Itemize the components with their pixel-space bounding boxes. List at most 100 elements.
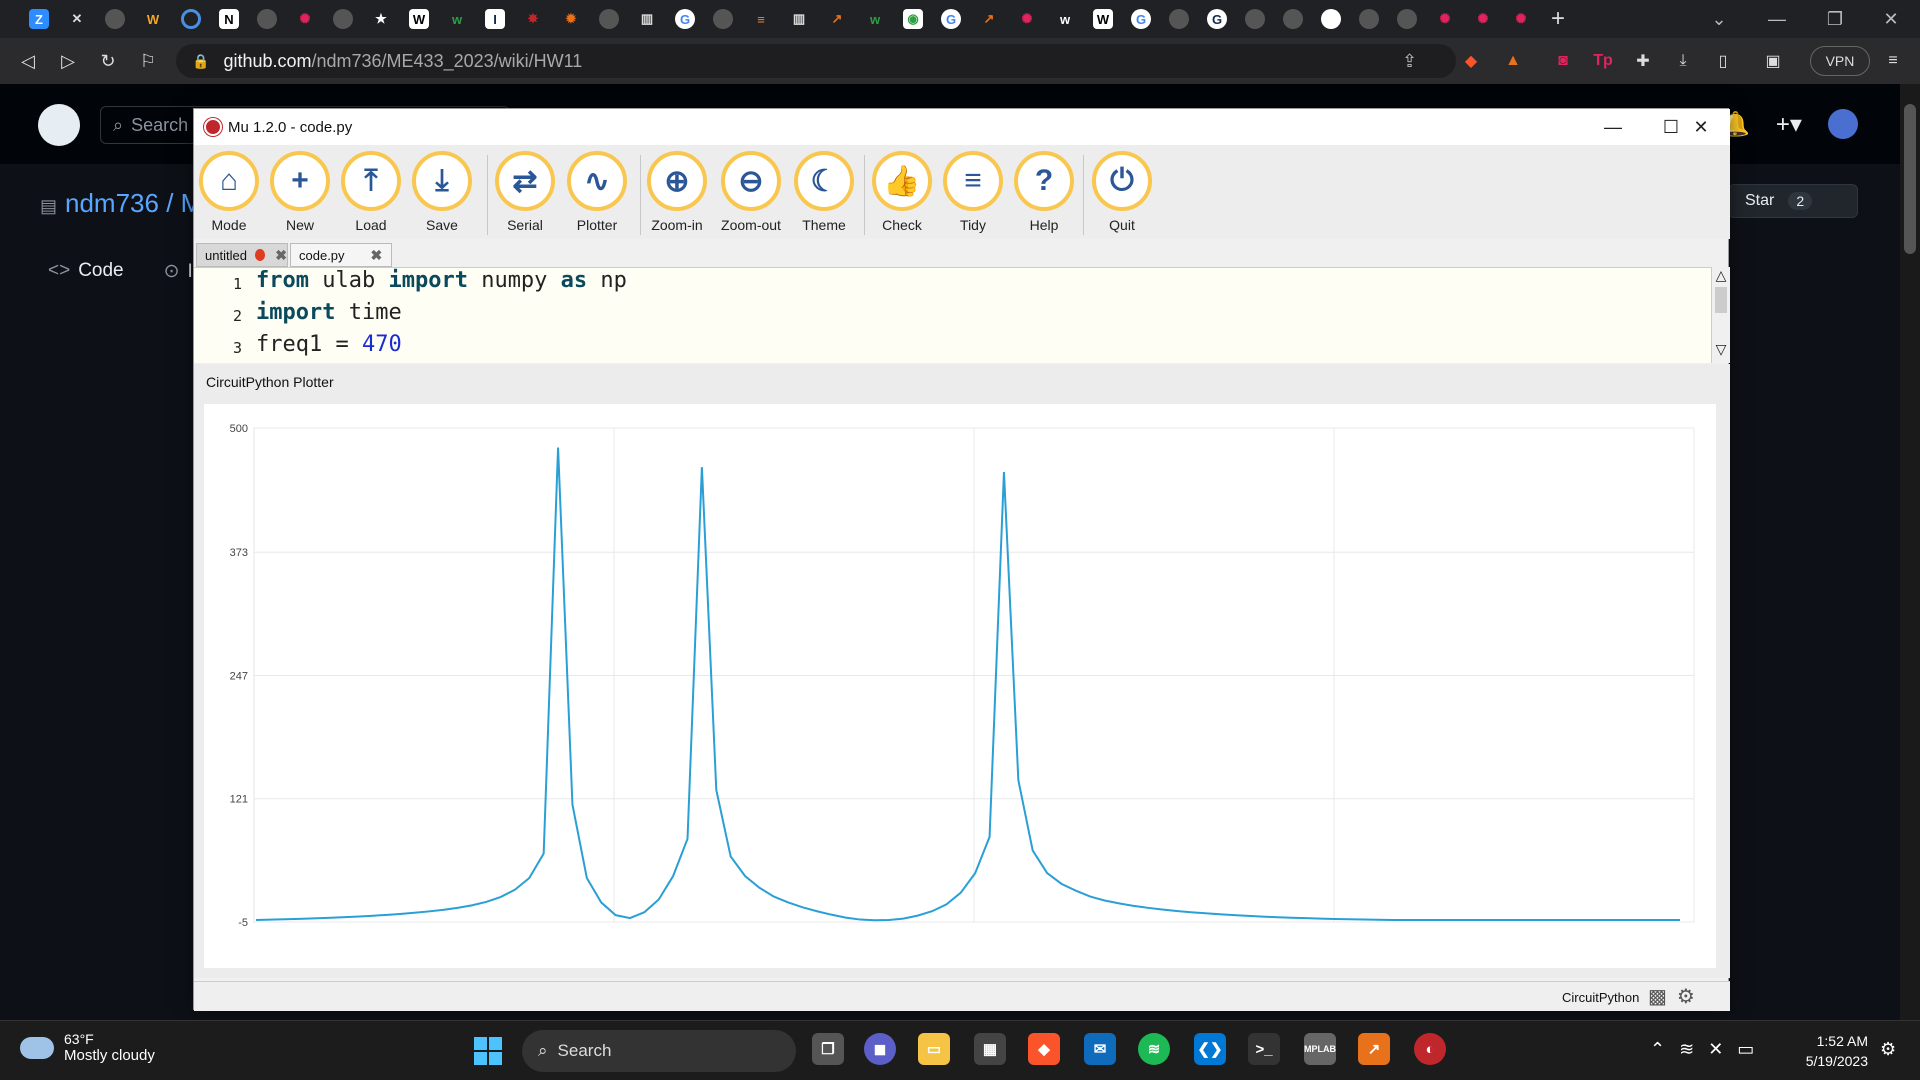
- tab-favicon-18[interactable]: w: [856, 0, 894, 38]
- zoom-in-button[interactable]: ⊕ Zoom-in: [644, 151, 710, 237]
- tab-favicon-20[interactable]: ↗: [970, 0, 1008, 38]
- chip-icon[interactable]: ▩: [1648, 984, 1667, 1009]
- editor-scrollbar[interactable]: △ ▽: [1711, 267, 1730, 363]
- tab-favicon-wiki-2[interactable]: W: [1084, 0, 1122, 38]
- taskbar-clock[interactable]: 1:52 AM 5/19/2023: [1790, 1031, 1868, 1071]
- tab-code-py[interactable]: code.py ✖: [290, 243, 392, 267]
- chevron-down-icon[interactable]: ⌄: [1690, 0, 1748, 38]
- spotify-icon[interactable]: ≋: [1138, 1033, 1170, 1065]
- tab-favicon-github[interactable]: [1312, 0, 1350, 38]
- code-editor[interactable]: 1 from ulab import numpy as np 2 import …: [194, 267, 1714, 363]
- brave-rewards-icon[interactable]: ▲: [1500, 48, 1526, 74]
- scroll-down-icon[interactable]: ▽: [1714, 341, 1728, 358]
- restore-icon[interactable]: ❐: [1806, 0, 1864, 38]
- tab-favicon-28[interactable]: [1388, 0, 1426, 38]
- file-explorer-icon[interactable]: ▭: [918, 1033, 950, 1065]
- mu-minimize-icon[interactable]: —: [1584, 109, 1642, 145]
- scrollbar-thumb[interactable]: [1904, 104, 1916, 254]
- serial-button[interactable]: ⇄ Serial: [492, 151, 558, 237]
- brave-browser-icon[interactable]: ◆: [1028, 1033, 1060, 1065]
- bookmark-icon[interactable]: ⚐: [128, 51, 168, 72]
- notification-icon[interactable]: ⚙: [1880, 1039, 1896, 1060]
- github-logo-icon[interactable]: [38, 104, 80, 146]
- windows-start-icon[interactable]: [472, 1035, 504, 1067]
- check-button[interactable]: 👍 Check: [869, 151, 935, 237]
- mu-taskbar-icon[interactable]: ◐: [1414, 1033, 1446, 1065]
- vscode-icon[interactable]: ❮❯: [1194, 1033, 1226, 1065]
- task-view-icon[interactable]: ❐: [812, 1033, 844, 1065]
- terminal-icon[interactable]: >_: [1248, 1033, 1280, 1065]
- close-window-icon[interactable]: ✕: [1862, 0, 1920, 38]
- tab-favicon-zoom[interactable]: Z: [20, 0, 58, 38]
- tab-favicon-3[interactable]: [172, 0, 210, 38]
- create-new-icon[interactable]: +▾: [1776, 110, 1802, 139]
- save-button[interactable]: ⤓ Save: [409, 151, 475, 237]
- chevron-up-icon[interactable]: ⌃: [1650, 1039, 1665, 1060]
- help-button[interactable]: ? Help: [1011, 151, 1077, 237]
- mplab-icon[interactable]: MPLAB: [1304, 1033, 1336, 1065]
- tab-favicon-2[interactable]: W: [134, 0, 172, 38]
- sidebar-icon[interactable]: ▯: [1710, 48, 1736, 74]
- page-scrollbar[interactable]: [1900, 84, 1920, 1020]
- theme-button[interactable]: ☾ Theme: [791, 151, 857, 237]
- tidy-button[interactable]: ≡ Tidy: [940, 151, 1006, 237]
- tab-favicon-5[interactable]: ✺: [286, 0, 324, 38]
- new-button[interactable]: + New: [267, 151, 333, 237]
- mail-icon[interactable]: ✉: [1084, 1033, 1116, 1065]
- battery-icon[interactable]: ▭: [1737, 1039, 1754, 1060]
- quit-button[interactable]: ⏻ Quit: [1089, 151, 1155, 237]
- tab-favicon-10[interactable]: ✸: [514, 0, 552, 38]
- editor-scroll-thumb[interactable]: [1715, 287, 1727, 313]
- tab-favicon-4[interactable]: [248, 0, 286, 38]
- tab-favicon-wiki[interactable]: W: [400, 0, 438, 38]
- volume-icon[interactable]: ✕: [1708, 1039, 1723, 1060]
- repo-breadcrumb[interactable]: ▤ ndm736 / M: [40, 188, 202, 219]
- tab-favicon-15[interactable]: ≡: [742, 0, 780, 38]
- tab-favicon-9[interactable]: I: [476, 0, 514, 38]
- share-icon[interactable]: ⇪: [1402, 51, 1417, 72]
- tab-favicon-14[interactable]: [704, 0, 742, 38]
- menu-icon[interactable]: ≡: [1880, 48, 1906, 74]
- matlab-icon[interactable]: ↗: [1358, 1033, 1390, 1065]
- tab-favicon-12[interactable]: [590, 0, 628, 38]
- close-tab-icon[interactable]: ✖: [371, 247, 383, 264]
- tab-favicon-6[interactable]: [324, 0, 362, 38]
- reload-icon[interactable]: ↻: [88, 51, 128, 72]
- tab-favicon-29[interactable]: ✺: [1426, 0, 1464, 38]
- vpn-button[interactable]: VPN: [1810, 46, 1870, 76]
- wallet-icon[interactable]: ▣: [1760, 48, 1786, 74]
- tab-favicon-27[interactable]: [1350, 0, 1388, 38]
- weather-widget[interactable]: 63°F Mostly cloudy: [20, 1031, 155, 1064]
- taskbar-search[interactable]: ⌕ Search: [522, 1030, 796, 1072]
- tab-favicon-7[interactable]: ★: [362, 0, 400, 38]
- gear-icon[interactable]: ⚙: [1677, 984, 1695, 1009]
- tab-favicon-25[interactable]: [1236, 0, 1274, 38]
- back-icon[interactable]: ◁: [8, 51, 48, 72]
- avatar[interactable]: [1827, 109, 1858, 139]
- download-icon[interactable]: ⤓: [1670, 48, 1696, 74]
- mu-close-icon[interactable]: ✕: [1672, 109, 1730, 145]
- tab-favicon-24[interactable]: G: [1198, 0, 1236, 38]
- tab-untitled[interactable]: untitled ✖: [196, 243, 288, 267]
- tab-favicon-21[interactable]: ✺: [1008, 0, 1046, 38]
- load-button[interactable]: ⤒ Load: [338, 151, 404, 237]
- tab-favicon-16[interactable]: ▥: [780, 0, 818, 38]
- tab-favicon-google-3[interactable]: G: [1122, 0, 1160, 38]
- mode-button[interactable]: ⌂ Mode: [196, 151, 262, 237]
- star-button[interactable]: Star 2: [1728, 184, 1858, 218]
- tab-favicon-13[interactable]: ▥: [628, 0, 666, 38]
- tab-favicon-22[interactable]: w: [1046, 0, 1084, 38]
- close-tab-icon[interactable]: ✕: [58, 0, 96, 38]
- zoom-out-button[interactable]: ⊖ Zoom-out: [718, 151, 784, 237]
- pocket-icon[interactable]: ◙: [1550, 48, 1576, 74]
- tab-favicon-google[interactable]: G: [666, 0, 704, 38]
- new-tab-button[interactable]: +: [1540, 5, 1576, 33]
- tab-favicon-1[interactable]: [96, 0, 134, 38]
- scroll-up-icon[interactable]: △: [1714, 267, 1728, 284]
- tab-favicon-30[interactable]: ✺: [1464, 0, 1502, 38]
- forward-icon[interactable]: ▷: [48, 51, 88, 72]
- tab-favicon-31[interactable]: ✺: [1502, 0, 1540, 38]
- tab-favicon-8[interactable]: w: [438, 0, 476, 38]
- brave-shield-icon[interactable]: ◆: [1458, 48, 1484, 74]
- minimize-icon[interactable]: —: [1748, 0, 1806, 38]
